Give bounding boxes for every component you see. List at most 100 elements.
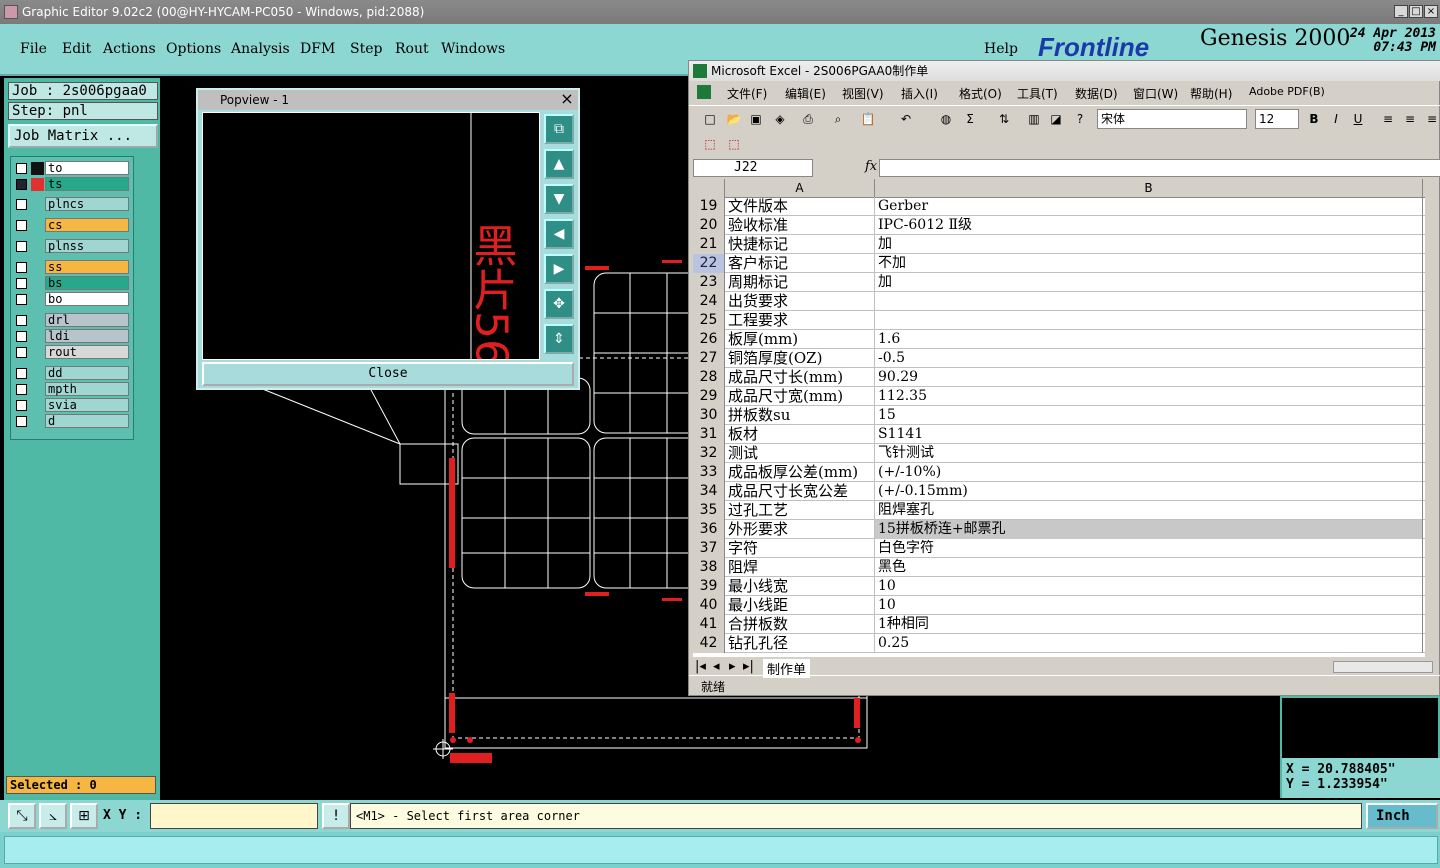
row-number[interactable]: 24 xyxy=(693,292,725,311)
layer-checkbox[interactable] xyxy=(16,315,27,326)
cell-a[interactable]: 快捷标记 xyxy=(725,235,875,254)
cell-a[interactable]: 出货要求 xyxy=(725,292,875,311)
row-number[interactable]: 27 xyxy=(693,349,725,368)
layer-checkbox[interactable] xyxy=(16,416,27,427)
unit-toggle[interactable]: Inch xyxy=(1366,803,1438,829)
cell-b[interactable]: 112.35 xyxy=(875,387,1423,406)
layer-name[interactable]: rout xyxy=(45,345,129,359)
menu-rout[interactable]: Rout xyxy=(395,41,429,57)
layer-row-mpth[interactable]: mpth xyxy=(11,382,133,397)
align-right-icon[interactable]: ≡ xyxy=(1423,110,1440,128)
layer-name[interactable]: bs xyxy=(45,276,129,290)
layer-name[interactable]: d xyxy=(45,414,129,428)
cell-b[interactable]: S1141 xyxy=(875,425,1423,444)
cell-b[interactable]: 10 xyxy=(875,577,1423,596)
layer-checkbox[interactable] xyxy=(16,400,27,411)
cell-b[interactable]: 1种相同 xyxy=(875,615,1423,634)
layer-name[interactable]: svia xyxy=(45,398,129,412)
cell-b[interactable]: (+/-10%) xyxy=(875,463,1423,482)
layer-name[interactable]: ldi xyxy=(45,329,129,343)
cell-a[interactable]: 拼板数su xyxy=(725,406,875,425)
layer-row-rout[interactable]: rout xyxy=(11,345,133,360)
cell-a[interactable]: 字符 xyxy=(725,539,875,558)
layer-checkbox[interactable] xyxy=(16,347,27,358)
grid-icon[interactable]: ⊞ xyxy=(70,803,98,829)
zoom-in-icon[interactable]: ✥ xyxy=(544,289,574,319)
cell-a[interactable]: 成品板厚公差(mm) xyxy=(725,463,875,482)
row-number[interactable]: 36 xyxy=(693,520,725,539)
underline-icon[interactable]: U xyxy=(1349,110,1367,128)
pan-right-icon[interactable]: ▶ xyxy=(544,254,574,284)
cell-b[interactable]: 10 xyxy=(875,596,1423,615)
next-sheet-icon[interactable]: ▸ xyxy=(729,659,736,674)
excel-menu-adobe[interactable]: Adobe PDF(B) xyxy=(1249,85,1325,98)
menu-actions[interactable]: Actions xyxy=(103,41,156,57)
row-number[interactable]: 40 xyxy=(693,596,725,615)
command-area[interactable] xyxy=(4,836,1438,864)
new-icon[interactable]: □ xyxy=(701,110,719,128)
formula-bar[interactable] xyxy=(879,159,1440,177)
cell-b[interactable]: -0.5 xyxy=(875,349,1423,368)
pan-down-icon[interactable]: ▼ xyxy=(544,184,574,214)
hyperlink-icon[interactable]: ◍ xyxy=(937,110,955,128)
undo-icon[interactable]: ↶ xyxy=(897,110,915,128)
layer-row-ldi[interactable]: ldi xyxy=(11,329,133,344)
xy-input[interactable] xyxy=(150,803,318,829)
save-icon[interactable]: ▣ xyxy=(747,110,765,128)
cell-a[interactable]: 测试 xyxy=(725,444,875,463)
open-icon[interactable]: 📂 xyxy=(725,110,743,128)
minimize-button[interactable]: _ xyxy=(1394,5,1408,18)
row-number[interactable]: 23 xyxy=(693,273,725,292)
cell-b[interactable] xyxy=(875,292,1423,311)
row-number[interactable]: 25 xyxy=(693,311,725,330)
cell-b[interactable] xyxy=(875,311,1423,330)
cell-b[interactable]: 90.29 xyxy=(875,368,1423,387)
bold-icon[interactable]: B xyxy=(1305,110,1323,128)
cell-b[interactable]: Gerber xyxy=(875,197,1423,216)
italic-icon[interactable]: I xyxy=(1327,110,1345,128)
row-number[interactable]: 34 xyxy=(693,482,725,501)
cell-b[interactable]: 1.6 xyxy=(875,330,1423,349)
last-sheet-icon[interactable]: ▸| xyxy=(743,659,754,674)
layer-row-ss[interactable]: ss xyxy=(11,260,133,275)
layer-name[interactable]: dd xyxy=(45,366,129,380)
layer-name[interactable]: drl xyxy=(45,313,129,327)
layer-row-plncs[interactable]: plncs xyxy=(11,197,133,212)
layer-name[interactable]: ss xyxy=(45,260,129,274)
prev-sheet-icon[interactable]: ◂ xyxy=(713,659,720,674)
layer-name[interactable]: mpth xyxy=(45,382,129,396)
zoom-home-icon[interactable]: ⧉ xyxy=(544,114,574,144)
row-number[interactable]: 29 xyxy=(693,387,725,406)
layer-row-dd[interactable]: dd xyxy=(11,366,133,381)
column-header-a[interactable]: A xyxy=(725,179,875,197)
column-header-b[interactable]: B xyxy=(875,179,1423,197)
layer-row-plnss[interactable]: plnss xyxy=(11,239,133,254)
layer-name[interactable]: ts xyxy=(45,177,129,191)
horizontal-scrollbar[interactable] xyxy=(1333,661,1433,673)
menu-help[interactable]: Help xyxy=(984,41,1018,57)
cell-b[interactable]: 黑色 xyxy=(875,558,1423,577)
cell-a[interactable]: 钻孔孔径 xyxy=(725,634,875,653)
cell-a[interactable]: 成品尺寸宽(mm) xyxy=(725,387,875,406)
job-matrix-button[interactable]: Job Matrix ... xyxy=(8,124,158,148)
row-number[interactable]: 32 xyxy=(693,444,725,463)
excel-menu-format[interactable]: 格式(O) xyxy=(959,85,1002,102)
pdf-email-icon[interactable]: ⬚ xyxy=(725,135,743,153)
excel-menu-edit[interactable]: 编辑(E) xyxy=(785,85,826,102)
drawing-icon[interactable]: ◪ xyxy=(1047,110,1065,128)
excel-menu-window[interactable]: 窗口(W) xyxy=(1133,85,1178,102)
menu-step[interactable]: Step xyxy=(350,41,382,57)
cell-a[interactable]: 合拼板数 xyxy=(725,615,875,634)
layer-name[interactable]: plnss xyxy=(45,239,129,253)
menu-windows[interactable]: Windows xyxy=(441,41,505,57)
pdf-convert-icon[interactable]: ⬚ xyxy=(701,135,719,153)
row-number[interactable]: 21 xyxy=(693,235,725,254)
cell-a[interactable]: 铜箔厚度(OZ) xyxy=(725,349,875,368)
cell-b[interactable]: 不加 xyxy=(875,254,1423,273)
excel-menu-insert[interactable]: 插入(I) xyxy=(901,85,938,102)
cell-a[interactable]: 最小线宽 xyxy=(725,577,875,596)
layer-row-drl[interactable]: drl xyxy=(11,313,133,328)
layer-checkbox[interactable] xyxy=(16,179,27,190)
row-number[interactable]: 37 xyxy=(693,539,725,558)
layer-checkbox[interactable] xyxy=(16,294,27,305)
